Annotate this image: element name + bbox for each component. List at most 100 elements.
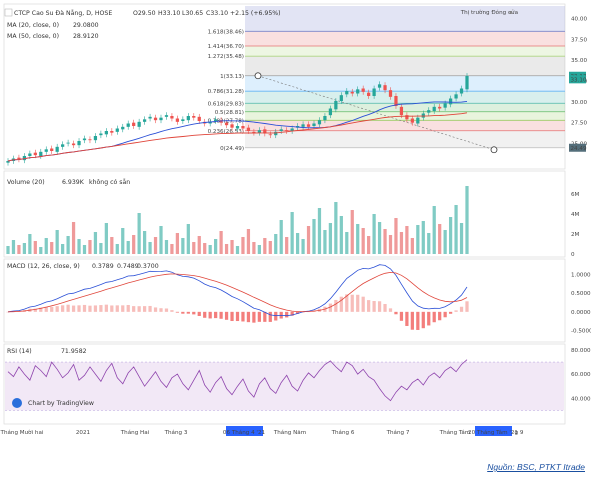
candle-body-43 — [241, 126, 245, 129]
candle-body-34 — [192, 116, 196, 118]
candle-body-68 — [377, 84, 382, 88]
volume-bar-53 — [295, 233, 300, 254]
volume-bar-81 — [448, 217, 453, 254]
macd-histogram-bar-43 — [241, 311, 245, 322]
time-tick-1: 2021 — [76, 430, 91, 436]
rsi-tick-2: 40.0000 — [571, 396, 591, 402]
macd-line — [7, 264, 468, 317]
candle-body-55 — [306, 124, 311, 127]
candle-body-18 — [104, 131, 108, 135]
ma50-value: 28.9120 — [73, 33, 99, 40]
candle-body-62 — [345, 91, 349, 95]
collapse-icon[interactable] — [4, 8, 13, 17]
macd-histogram-bar-9 — [55, 306, 59, 312]
volume-bar-28 — [159, 226, 163, 254]
fib-band-8 — [245, 31, 565, 46]
candle-body-33 — [186, 116, 190, 121]
candle-body-24 — [137, 121, 141, 127]
fib-band-5 — [245, 75, 565, 92]
time-tick-7: Tháng Tám — [439, 429, 471, 436]
fib-anchor-start-icon — [254, 72, 262, 80]
time-tick-0: Tháng Mười hai — [0, 429, 44, 436]
volume-bar-45 — [252, 242, 256, 254]
ohlc-close: C33.10 — [206, 10, 228, 17]
candle-body-67 — [372, 88, 376, 96]
volume-bar-1 — [11, 240, 16, 254]
macd-histogram-bar-14 — [82, 304, 87, 312]
candle-body-63 — [350, 91, 354, 94]
macd-histogram-bar-22 — [126, 304, 130, 312]
volume-label: Volume (20) — [7, 179, 45, 186]
candle-body-66 — [367, 92, 371, 96]
volume-bar-16 — [93, 232, 98, 254]
chart-title: CTCP Cao Su Đà Nẵng, D, HOSE — [14, 8, 112, 17]
volume-bar-76 — [421, 221, 425, 254]
macd-histogram-bar-20 — [115, 305, 119, 312]
candle-body-35 — [197, 116, 201, 121]
volume-bar-24 — [137, 213, 141, 254]
macd-histogram-bar-18 — [104, 304, 108, 312]
volume-bar-30 — [170, 244, 174, 254]
volume-bar-27 — [153, 237, 158, 254]
time-tick-2: Tháng Hai — [120, 429, 150, 436]
candle-body-29 — [164, 115, 169, 117]
candle-body-57 — [317, 120, 322, 125]
candle-body-11 — [66, 142, 70, 144]
volume-bar-63 — [350, 210, 354, 254]
time-tick-3: Tháng 3 — [164, 429, 188, 436]
macd-histogram-bar-33 — [186, 311, 190, 314]
candle-body-51 — [285, 130, 289, 131]
candle-body-17 — [99, 133, 103, 136]
volume-bar-12 — [71, 222, 76, 254]
volume-bar-50 — [279, 220, 283, 254]
ohlc-change: +2.15 (+6.95%) — [230, 10, 281, 17]
candle-body-60 — [334, 101, 338, 110]
candle-body-25 — [142, 119, 147, 122]
macd-panel — [3, 258, 566, 343]
volume-bar-66 — [367, 236, 371, 254]
candle-body-7 — [44, 149, 48, 152]
macd-histogram-bar-10 — [61, 305, 65, 312]
candle-body-56 — [312, 123, 316, 126]
macd-histogram-bar-65 — [361, 296, 365, 312]
macd-histogram-bar-72 — [399, 311, 404, 321]
macd-histogram-bar-44 — [246, 311, 251, 323]
candle-body-13 — [77, 141, 81, 146]
volume-bar-64 — [356, 224, 360, 254]
volume-bar-44 — [246, 229, 251, 254]
fib-label-0: 0(24.49) — [220, 146, 244, 152]
candle-body-77 — [427, 110, 431, 113]
macd-histogram-bar-11 — [66, 304, 70, 312]
macd-histogram-bar-68 — [377, 301, 382, 312]
rsi-label: RSI (14) — [7, 348, 32, 355]
volume-bar-11 — [66, 236, 70, 254]
volume-bar-5 — [33, 241, 37, 254]
volume-tick-3: 0 — [571, 252, 575, 258]
tradingview-icon — [12, 398, 22, 408]
candle-body-82 — [454, 94, 458, 99]
candle-body-80 — [443, 103, 447, 108]
rsi-tick-1: 60.0000 — [571, 372, 591, 378]
macd-histogram-bar-41 — [230, 311, 234, 322]
volume-bar-73 — [405, 226, 409, 254]
volume-bar-6 — [39, 247, 43, 254]
fib-label-9: 1.618(38.46) — [208, 29, 244, 35]
candle-body-61 — [339, 95, 343, 101]
volume-bar-71 — [394, 218, 398, 254]
volume-bar-4 — [28, 234, 32, 254]
time-tick-4: Tháng Năm — [273, 429, 306, 436]
macd-histogram-bar-12 — [71, 305, 76, 312]
volume-tick-0: 6M — [571, 192, 580, 198]
volume-bar-25 — [142, 231, 147, 254]
time-highlight-0: 06 Tháng 4 '21 — [223, 429, 266, 436]
fibonacci-retracement[interactable]: 0(24.49)0.236(26.53)0.382(27.78)0.5(28.8… — [208, 6, 565, 154]
watermark-text: Chart by TradingView — [28, 400, 94, 407]
macd-value-2: 0.7489 — [117, 263, 139, 270]
volume-bar-77 — [427, 233, 431, 254]
volume-bar-19 — [110, 237, 114, 254]
macd-histogram-bar-63 — [350, 294, 354, 312]
macd-histogram-bar-16 — [93, 305, 98, 312]
candle-body-22 — [126, 123, 130, 127]
ma20-value: 29.0800 — [73, 22, 99, 29]
candle-body-27 — [153, 117, 158, 121]
